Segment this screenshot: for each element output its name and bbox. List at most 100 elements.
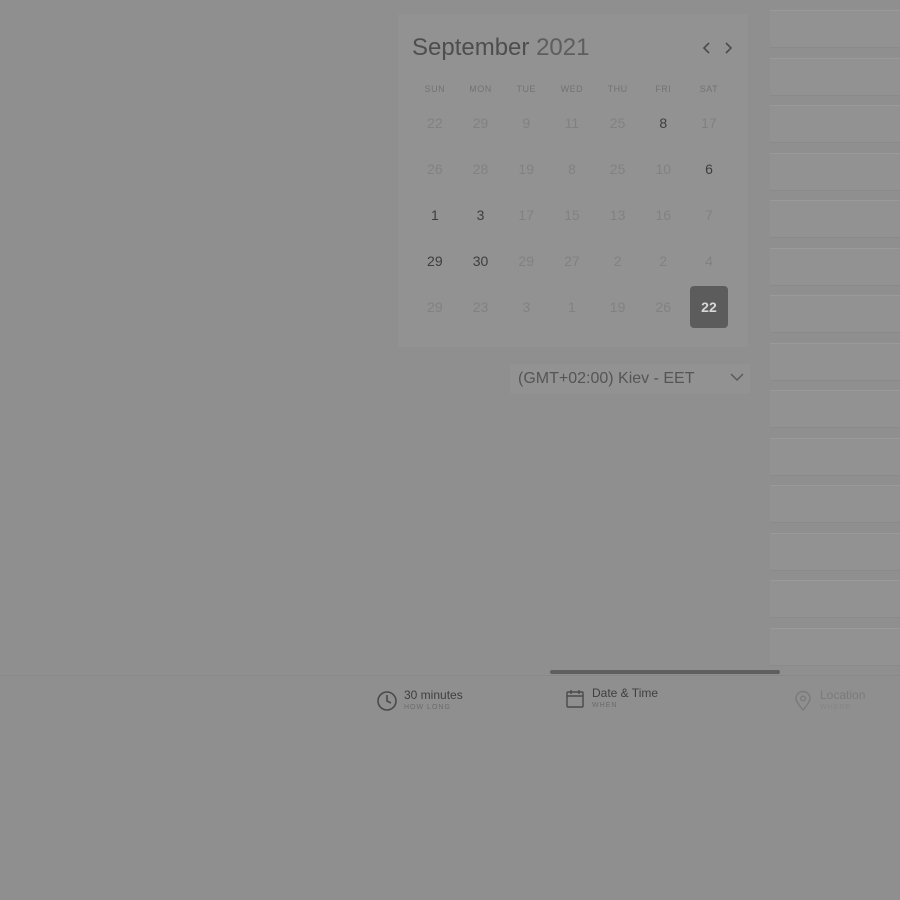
day-cell-selected[interactable]: 22 bbox=[686, 284, 732, 330]
step-duration-title: 30 minutes bbox=[404, 688, 463, 702]
time-slot-button[interactable] bbox=[770, 390, 900, 428]
day-number: 16 bbox=[655, 207, 672, 223]
step-duration[interactable]: 30 minutes HOW LONG bbox=[376, 688, 463, 712]
day-cell[interactable]: 8 bbox=[640, 100, 686, 146]
time-slot-button[interactable] bbox=[770, 105, 900, 143]
day-number: 19 bbox=[518, 161, 534, 177]
day-number: 1 bbox=[568, 299, 576, 315]
step-location[interactable]: Location WHERE bbox=[792, 688, 865, 712]
prev-month-button[interactable] bbox=[697, 38, 717, 58]
time-slot-button[interactable] bbox=[770, 295, 900, 333]
day-cell: 29 bbox=[458, 100, 504, 146]
day-number: 26 bbox=[655, 299, 672, 315]
day-number: 25 bbox=[609, 115, 626, 131]
month-year: 2021 bbox=[536, 34, 590, 61]
day-number: 11 bbox=[564, 115, 580, 131]
day-cell: 29 bbox=[412, 284, 458, 330]
time-slot-button[interactable] bbox=[770, 437, 900, 476]
day-number: 3 bbox=[522, 299, 531, 315]
step-location-sub: WHERE bbox=[820, 704, 852, 711]
time-slot-button[interactable] bbox=[770, 485, 900, 523]
step-datetime-title: Date & Time bbox=[592, 686, 659, 700]
day-number: 28 bbox=[472, 161, 489, 177]
day-cell: 27 bbox=[549, 238, 595, 284]
day-number: 22 bbox=[427, 115, 443, 131]
day-cell[interactable]: 6 bbox=[686, 146, 732, 192]
time-slot-button[interactable] bbox=[770, 532, 900, 571]
day-cell: 11 bbox=[549, 100, 595, 146]
day-cell: 28 bbox=[458, 146, 504, 192]
day-number: 25 bbox=[609, 161, 626, 177]
month-title: September 2021 bbox=[412, 34, 589, 62]
day-cell: 10 bbox=[640, 146, 686, 192]
day-number: 29 bbox=[472, 115, 489, 131]
day-number: 1 bbox=[430, 207, 439, 223]
timezone-select[interactable]: (GMT+02:00) Kiev - EET bbox=[510, 364, 750, 394]
day-number: 17 bbox=[518, 207, 534, 223]
day-number: 10 bbox=[655, 161, 672, 177]
time-slot-button[interactable] bbox=[770, 152, 900, 191]
day-number: 15 bbox=[564, 207, 580, 223]
day-cell: 2 bbox=[595, 238, 641, 284]
day-number: 7 bbox=[705, 207, 713, 223]
time-slot-button[interactable] bbox=[770, 342, 900, 381]
day-number: 2 bbox=[613, 253, 622, 269]
step-location-title: Location bbox=[820, 688, 866, 702]
day-cell: 26 bbox=[640, 284, 686, 330]
weekday-label: THU bbox=[607, 84, 628, 94]
weekday-label: WED bbox=[560, 84, 584, 94]
day-number: 3 bbox=[476, 207, 485, 223]
day-cell: 19 bbox=[595, 284, 641, 330]
day-number: 4 bbox=[705, 253, 713, 269]
day-number: 13 bbox=[609, 207, 626, 223]
weekday-label: MON bbox=[469, 84, 492, 94]
day-number: 9 bbox=[522, 115, 531, 131]
time-slot-button[interactable] bbox=[770, 200, 900, 238]
day-cell: 25 bbox=[595, 146, 641, 192]
day-number: 17 bbox=[701, 115, 717, 131]
day-cell: 1 bbox=[549, 284, 595, 330]
day-cell: 9 bbox=[503, 100, 549, 146]
time-slot-button[interactable] bbox=[770, 57, 900, 96]
next-month-button[interactable] bbox=[718, 38, 738, 58]
timezone-label: (GMT+02:00) Kiev - EET bbox=[518, 370, 695, 387]
day-cell: 29 bbox=[503, 238, 549, 284]
day-number: 19 bbox=[609, 299, 626, 315]
day-cell[interactable]: 1 bbox=[412, 192, 458, 238]
day-cell: 23 bbox=[458, 284, 504, 330]
day-cell[interactable]: 29 bbox=[412, 238, 458, 284]
day-number: 8 bbox=[568, 161, 576, 177]
weekday-label: TUE bbox=[516, 84, 536, 94]
day-number: 22 bbox=[689, 286, 728, 328]
day-cell: 2 bbox=[640, 238, 686, 284]
day-cell: 26 bbox=[412, 146, 458, 192]
day-cell: 7 bbox=[686, 192, 732, 238]
location-pin-icon bbox=[795, 690, 811, 712]
calendar-card: September 2021 SUN MON TUE WED THU FRI S… bbox=[398, 14, 748, 347]
time-slot-button[interactable] bbox=[770, 247, 900, 286]
day-number: 26 bbox=[427, 161, 443, 177]
month-name: September bbox=[412, 34, 530, 61]
weekday-header-row: SUN MON TUE WED THU FRI SAT bbox=[412, 84, 732, 98]
day-cell: 19 bbox=[503, 146, 549, 192]
time-slot-button[interactable] bbox=[770, 627, 900, 666]
day-number: 30 bbox=[472, 253, 489, 269]
time-slot-button[interactable] bbox=[770, 10, 900, 48]
weekday-label: FRI bbox=[655, 84, 672, 94]
day-cell: 17 bbox=[503, 192, 549, 238]
day-cell: 22 bbox=[412, 100, 458, 146]
day-number: 27 bbox=[564, 253, 580, 269]
day-number: 29 bbox=[518, 253, 534, 269]
day-cell[interactable]: 3 bbox=[458, 192, 504, 238]
step-datetime-sub: WHEN bbox=[592, 702, 618, 709]
day-number: 6 bbox=[705, 161, 713, 177]
day-cell: 17 bbox=[686, 100, 732, 146]
day-number: 2 bbox=[659, 253, 668, 269]
day-cell[interactable]: 30 bbox=[458, 238, 504, 284]
day-cell: 13 bbox=[595, 192, 641, 238]
clock-icon bbox=[377, 691, 397, 711]
day-cell: 4 bbox=[686, 238, 732, 284]
day-grid: 22 29 9 11 25 8 17 26 28 19 8 25 10 6 1 3 17 15 13 16 7 29 30 2… bbox=[412, 100, 732, 330]
time-slot-button[interactable] bbox=[770, 580, 900, 618]
step-datetime[interactable]: Date & Time WHEN bbox=[564, 686, 658, 710]
